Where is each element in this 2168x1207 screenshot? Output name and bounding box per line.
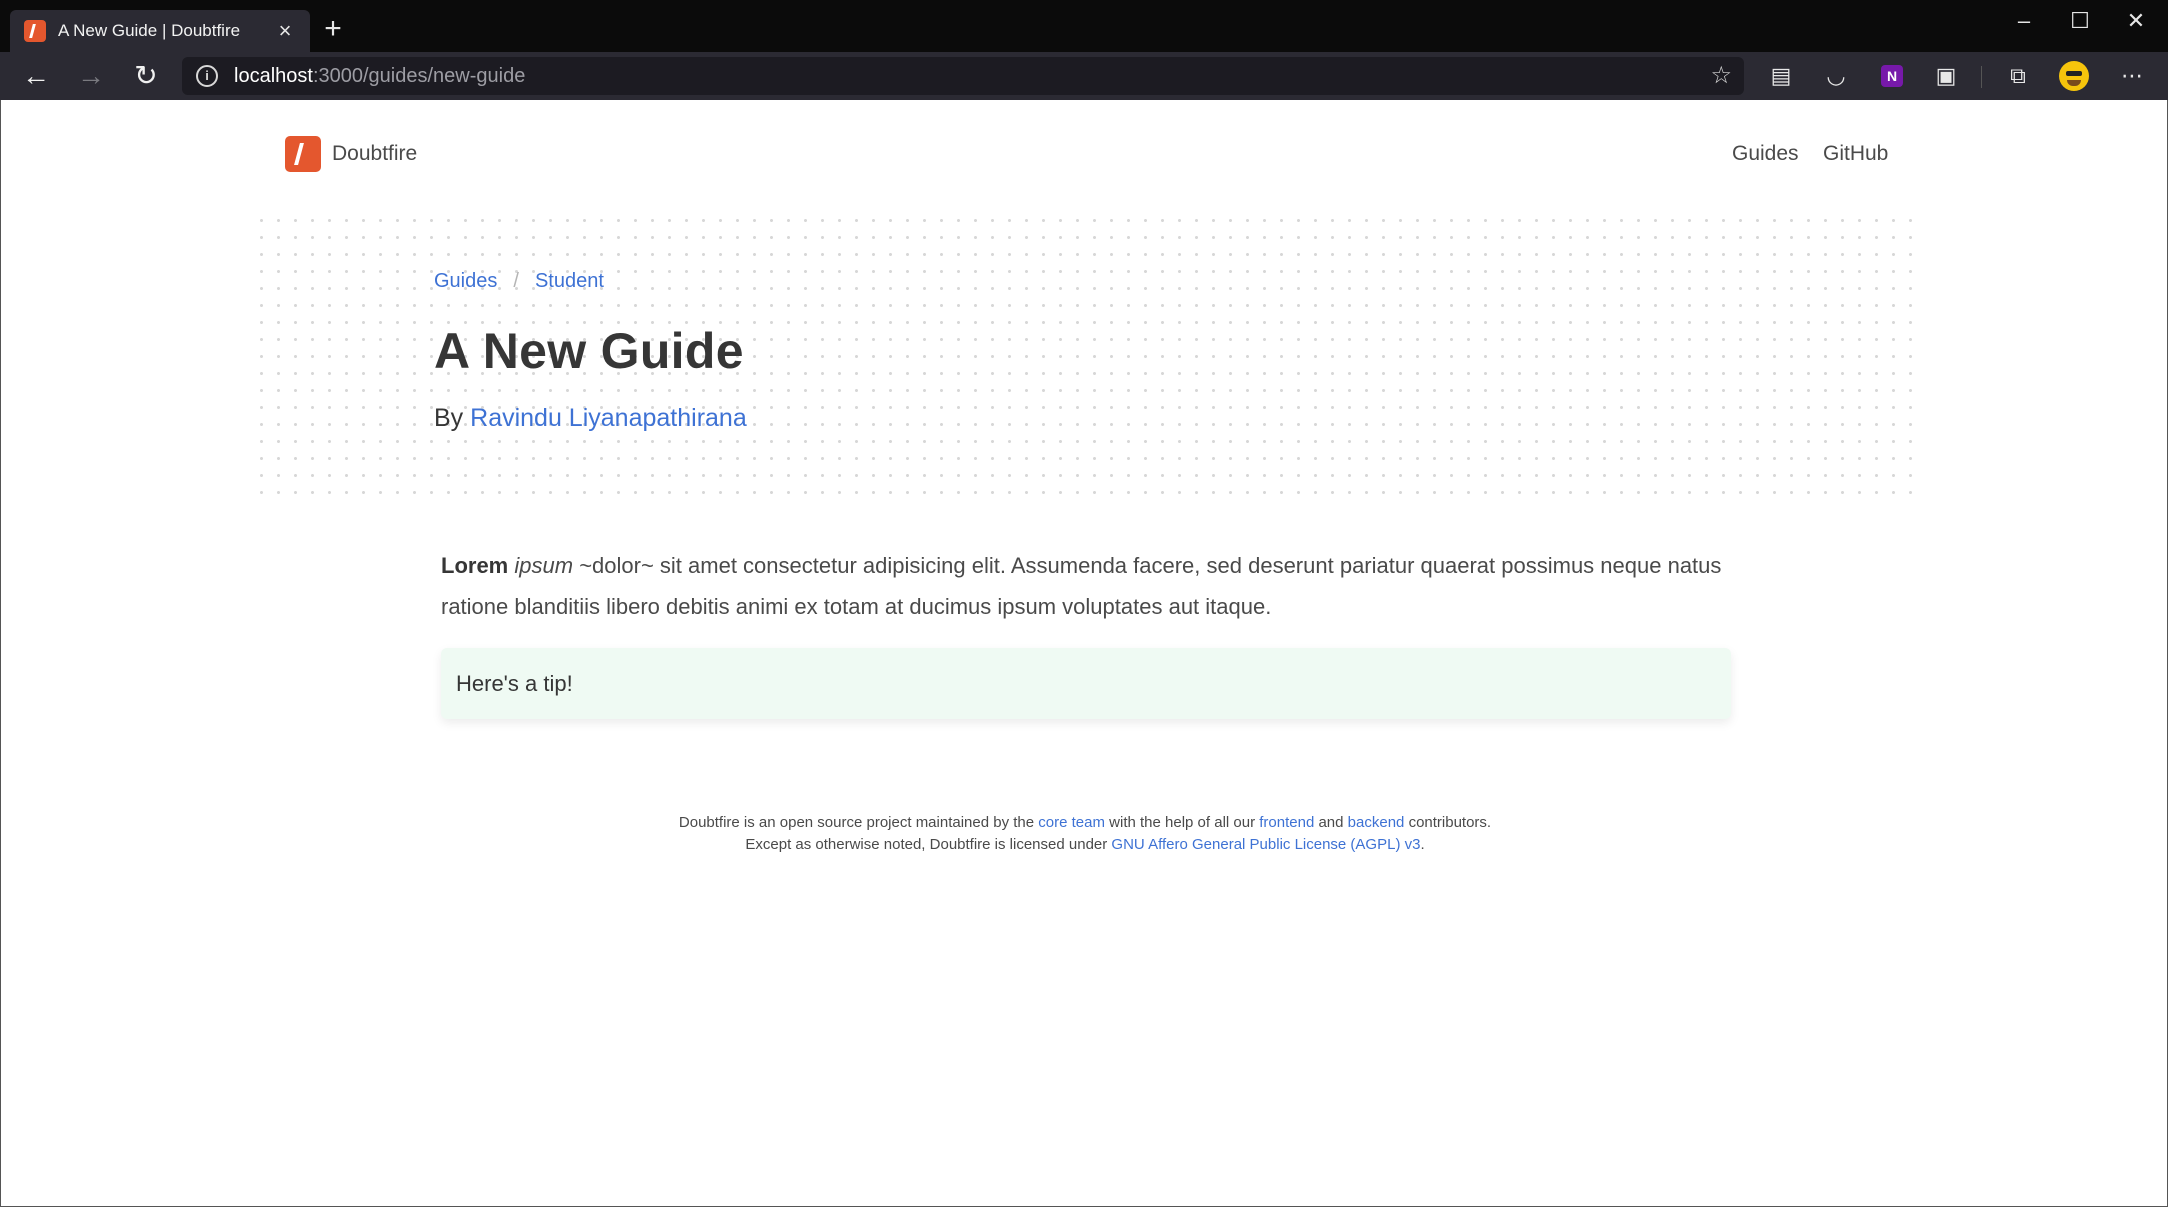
browser-tab[interactable]: A New Guide | Doubtfire × — [10, 10, 310, 52]
breadcrumb-separator: / — [513, 270, 519, 292]
footer-text: with the help of all our — [1109, 814, 1256, 831]
browser-titlebar: A New Guide | Doubtfire × + – ☐ ✕ — [0, 0, 2168, 52]
nav-link-guides[interactable]: Guides — [1732, 142, 1799, 166]
page-title: A New Guide — [434, 323, 744, 379]
browser-toolbar: ← → ↻ i localhost:3000/guides/new-guide … — [0, 52, 2168, 100]
breadcrumb-guides[interactable]: Guides — [434, 270, 497, 293]
toolbar-divider — [1981, 66, 1982, 88]
core-team-link[interactable]: core team — [1038, 814, 1105, 831]
back-icon[interactable]: ← — [16, 58, 56, 94]
footer-text: Except as otherwise noted, Doubtfire is … — [745, 836, 1108, 853]
url-bar[interactable]: i localhost:3000/guides/new-guide ☆ — [182, 57, 1744, 95]
footer-line-1: Doubtfire is an open source project main… — [1, 812, 2168, 834]
breadcrumb-student[interactable]: Student — [535, 270, 604, 293]
frontend-link[interactable]: frontend — [1259, 814, 1314, 831]
reader-view-icon[interactable]: ▤ — [1767, 62, 1795, 90]
by-label: By — [434, 404, 464, 432]
doubtfire-favicon-icon — [24, 20, 46, 42]
page-viewport: Doubtfire Guides GitHub Guides / Student… — [0, 100, 2168, 1207]
bold-text: Lorem — [441, 553, 509, 578]
reload-icon[interactable]: ↻ — [126, 58, 166, 94]
extensions-icon[interactable]: ⧉ — [2004, 62, 2032, 90]
footer-text: and — [1318, 814, 1344, 831]
footer-text: Doubtfire is an open source project main… — [678, 814, 1035, 831]
byline: By Ravindu Liyanapathirana — [434, 404, 747, 433]
picture-in-picture-icon[interactable]: ▣ — [1932, 62, 1960, 90]
new-tab-button[interactable]: + — [318, 14, 348, 44]
tip-callout: Here's a tip! — [441, 648, 1731, 719]
close-icon[interactable]: × — [274, 20, 296, 42]
paragraph-text: ~dolor~ sit amet consectetur adipisicing… — [441, 553, 1722, 619]
site-footer: Doubtfire is an open source project main… — [1, 812, 2168, 856]
info-icon[interactable]: i — [196, 65, 218, 87]
guide-paragraph: Lorem ipsum ~dolor~ sit amet consectetur… — [441, 545, 1741, 627]
breadcrumb: Guides / Student — [434, 270, 604, 293]
footer-line-2: Except as otherwise noted, Doubtfire is … — [1, 834, 2168, 856]
site-name[interactable]: Doubtfire — [332, 142, 417, 166]
nav-link-github[interactable]: GitHub — [1823, 142, 1888, 166]
italic-text: ipsum — [514, 553, 574, 578]
backend-link[interactable]: backend — [1348, 814, 1405, 831]
menu-more-icon[interactable]: ⋯ — [2118, 62, 2146, 90]
profile-avatar[interactable] — [2059, 61, 2089, 91]
window-close-icon[interactable]: ✕ — [2116, 6, 2156, 36]
url-path: :3000/guides/new-guide — [312, 64, 526, 87]
author-link[interactable]: Ravindu Liyanapathirana — [470, 404, 747, 432]
pocket-icon[interactable]: ◡ — [1822, 62, 1850, 90]
bookmark-star-icon[interactable]: ☆ — [1710, 61, 1732, 91]
tab-title: A New Guide | Doubtfire — [58, 21, 241, 40]
onenote-icon[interactable]: N — [1881, 65, 1903, 87]
footer-text: . — [1420, 836, 1425, 853]
forward-icon[interactable]: → — [71, 58, 111, 94]
minimize-icon[interactable]: – — [2004, 6, 2044, 36]
doubtfire-logo-icon[interactable] — [285, 136, 321, 172]
license-link[interactable]: GNU Affero General Public License (AGPL)… — [1111, 836, 1420, 853]
maximize-icon[interactable]: ☐ — [2060, 6, 2100, 36]
footer-text: contributors. — [1408, 814, 1492, 831]
url-host: localhost — [234, 64, 313, 87]
